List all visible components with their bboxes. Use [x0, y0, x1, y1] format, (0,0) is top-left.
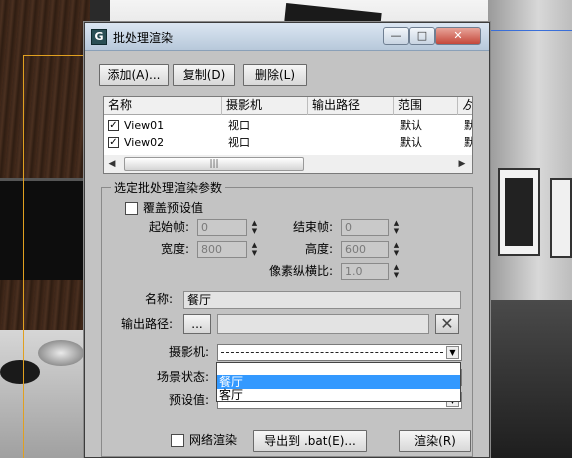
- minimize-button[interactable]: —: [383, 27, 409, 45]
- wall-picture-frame: [498, 168, 540, 256]
- row-enabled-checkbox[interactable]: ✓: [108, 120, 119, 131]
- maximize-button[interactable]: □: [409, 27, 435, 45]
- width-spinner-icon[interactable]: ▲ ▼: [249, 241, 260, 258]
- bottom-bar: 网络渲染 导出到 .bat(E)... 渲染(R): [85, 427, 489, 457]
- height-spinner-icon[interactable]: ▲ ▼: [391, 241, 402, 258]
- camera-label: 摄影机:: [169, 345, 210, 359]
- safe-frame-line: [23, 55, 24, 458]
- start-frame-label: 起始帧:: [149, 220, 190, 234]
- column-header-extra[interactable]: ゟ: [458, 97, 472, 115]
- scene-state-label: 场景状态:: [157, 370, 210, 384]
- row-extra: 默: [464, 117, 472, 134]
- row-extra: 默: [464, 134, 472, 151]
- row-enabled-checkbox[interactable]: ✓: [108, 137, 119, 148]
- sofa-area: [488, 300, 572, 458]
- override-preset-checkbox[interactable]: [125, 202, 138, 215]
- name-label: 名称:: [145, 292, 174, 306]
- column-header-name[interactable]: 名称: [104, 97, 222, 115]
- decor-plant: [38, 340, 84, 366]
- column-header-output[interactable]: 输出路径: [308, 97, 394, 115]
- camera-select[interactable]: ▼: [217, 344, 462, 361]
- chevron-down-icon[interactable]: ▼: [446, 346, 459, 359]
- row-name: View02: [124, 136, 165, 149]
- dropdown-option[interactable]: 客厅: [217, 388, 460, 402]
- app-logo-icon: G: [91, 29, 107, 45]
- pixel-aspect-input[interactable]: 1.0: [341, 263, 389, 280]
- width-input[interactable]: 800: [197, 241, 247, 258]
- safe-frame-line-top: [23, 55, 93, 56]
- pixel-aspect-label: 像素纵横比:: [269, 264, 334, 278]
- output-path-label: 输出路径:: [121, 317, 174, 331]
- scroll-left-icon[interactable]: ◀: [106, 158, 118, 170]
- viewport-border-line: [488, 30, 572, 31]
- list-header: 名称 摄影机 输出路径 范围 ゟ: [104, 97, 472, 115]
- title-bar[interactable]: G 批处理渲染 — □ ✕: [85, 23, 489, 51]
- add-button[interactable]: 添加(A)...: [99, 64, 169, 86]
- preset-label: 预设值:: [169, 393, 210, 407]
- end-frame-label: 结束帧:: [293, 220, 334, 234]
- scroll-right-icon[interactable]: ▶: [456, 158, 468, 170]
- column-header-range[interactable]: 范围: [394, 97, 458, 115]
- start-frame-input[interactable]: 0: [197, 219, 247, 236]
- clear-output-icon[interactable]: ✕: [435, 314, 459, 334]
- scroll-thumb[interactable]: |||: [124, 157, 304, 171]
- column-header-camera[interactable]: 摄影机: [222, 97, 308, 115]
- dropdown-option-selected[interactable]: 餐厅: [217, 375, 460, 389]
- network-render-checkbox[interactable]: [171, 434, 184, 447]
- height-label: 高度:: [305, 242, 334, 256]
- network-render-label: 网络渲染: [189, 433, 238, 447]
- view-list[interactable]: 名称 摄影机 输出路径 范围 ゟ ✓ View01 视口 默认 默 ✓ View…: [103, 96, 473, 174]
- override-preset-label: 覆盖预设值: [143, 201, 204, 215]
- tv-screen: [0, 178, 84, 280]
- row-range: 默认: [400, 119, 422, 132]
- row-camera: 视口: [228, 119, 250, 132]
- row-camera: 视口: [228, 136, 250, 149]
- copy-button[interactable]: 复制(D): [173, 64, 235, 86]
- empty-selection-line: [221, 352, 443, 353]
- render-button[interactable]: 渲染(R): [399, 430, 471, 452]
- camera-dropdown-list[interactable]: 餐厅 客厅: [216, 362, 461, 402]
- output-browse-button[interactable]: ...: [183, 314, 211, 334]
- row-name: View01: [124, 119, 165, 132]
- wall-picture-frame-2: [550, 178, 572, 258]
- output-path-input[interactable]: [217, 314, 429, 334]
- width-label: 宽度:: [161, 242, 190, 256]
- pixel-aspect-spinner-icon[interactable]: ▲ ▼: [391, 263, 402, 280]
- list-row[interactable]: ✓ View02 视口 默认 默: [104, 134, 472, 151]
- delete-button[interactable]: 删除(L): [243, 64, 307, 86]
- height-input[interactable]: 600: [341, 241, 389, 258]
- start-frame-spinner-icon[interactable]: ▲ ▼: [249, 219, 260, 236]
- end-frame-input[interactable]: 0: [341, 219, 389, 236]
- row-range: 默认: [400, 136, 422, 149]
- end-frame-spinner-icon[interactable]: ▲ ▼: [391, 219, 402, 236]
- dialog-title: 批处理渲染: [113, 31, 174, 45]
- params-group-title: 选定批处理渲染参数: [111, 179, 226, 196]
- decor-bowl: [0, 360, 40, 384]
- horizontal-scrollbar[interactable]: ◀ ||| ▶: [104, 155, 472, 173]
- export-bat-button[interactable]: 导出到 .bat(E)...: [253, 430, 367, 452]
- close-button[interactable]: ✕: [435, 27, 481, 45]
- list-row[interactable]: ✓ View01 视口 默认 默: [104, 117, 472, 134]
- name-input[interactable]: 餐厅: [183, 291, 461, 309]
